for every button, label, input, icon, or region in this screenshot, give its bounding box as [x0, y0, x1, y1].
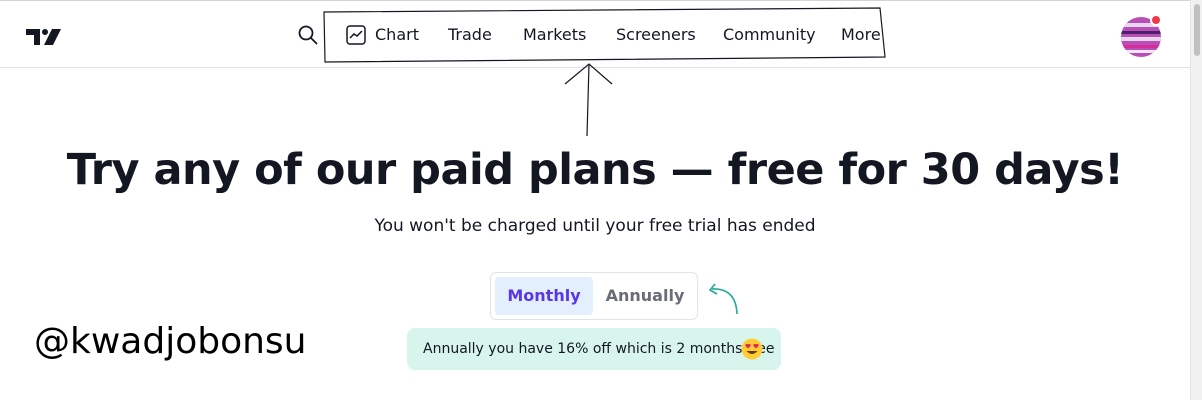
notification-dot	[1150, 14, 1162, 26]
nav-chart-label: Chart	[375, 25, 419, 44]
watermark-text: @kwadjobonsu	[34, 321, 307, 362]
page-scrollbar[interactable]	[1190, 0, 1202, 400]
discount-note-text: Annually you have 16% off which is 2 mon…	[423, 341, 775, 357]
page-title: Try any of our paid plans — free for 30 …	[66, 145, 1124, 195]
nav-community[interactable]: Community	[723, 21, 816, 49]
curved-arrow-head	[708, 283, 718, 295]
annually-option[interactable]: Annually	[595, 277, 695, 315]
nav-markets[interactable]: Markets	[523, 21, 586, 49]
nav-more[interactable]: More	[841, 21, 881, 49]
scroll-thumb[interactable]	[1194, 4, 1200, 56]
page-subtitle: You won't be charged until your free tri…	[374, 216, 816, 236]
chart-icon	[346, 25, 366, 45]
discount-note: Annually you have 16% off which is 2 mon…	[407, 328, 781, 370]
annotation-arrow-line	[586, 63, 590, 137]
monthly-option[interactable]: Monthly	[495, 277, 593, 315]
search-icon[interactable]	[296, 23, 320, 47]
tradingview-logo[interactable]	[24, 25, 64, 47]
heart-eyes-emoji-icon	[741, 338, 763, 360]
curved-arrow-icon	[711, 288, 738, 315]
billing-period-toggle: Monthly Annually	[490, 272, 698, 320]
site-header: Chart Trade Markets Screeners Community …	[0, 1, 1190, 68]
nav-trade[interactable]: Trade	[448, 21, 492, 49]
nav-screeners[interactable]: Screeners	[616, 21, 696, 49]
